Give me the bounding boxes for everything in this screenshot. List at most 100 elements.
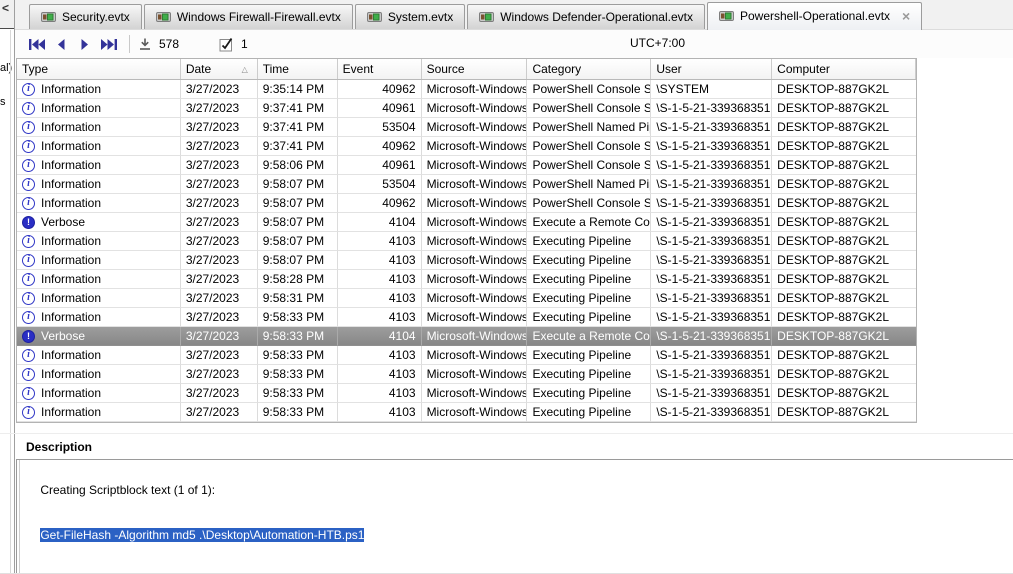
cell-date: 3/27/2023	[180, 270, 258, 289]
cell-source: Microsoft-Windows	[421, 384, 528, 403]
event-level-icon: !	[22, 215, 35, 229]
event-level-icon: i	[22, 272, 35, 286]
panel-splitter[interactable]	[0, 433, 1013, 434]
table-row[interactable]: i Information 3/27/2023 9:58:33 PM 4103 …	[17, 384, 916, 403]
cell-event-id: 4103	[337, 232, 422, 251]
event-level-icon: i	[22, 234, 35, 248]
file-tab[interactable]: Security.evtx	[29, 4, 142, 29]
column-header-event[interactable]: Event	[338, 59, 422, 79]
table-row[interactable]: i Information 3/27/2023 9:37:41 PM 40962…	[17, 137, 916, 156]
table-row[interactable]: i Information 3/27/2023 9:58:28 PM 4103 …	[17, 270, 916, 289]
file-tab[interactable]: Windows Defender-Operational.evtx	[467, 4, 705, 29]
next-record-button[interactable]	[73, 34, 97, 54]
cell-event-id: 40962	[337, 194, 422, 213]
previous-record-button[interactable]	[49, 34, 73, 54]
close-tab-icon[interactable]: ×	[902, 8, 910, 24]
cell-type: i Information	[17, 251, 181, 270]
table-header: Type Date △ Time Event Source Category Us…	[17, 59, 917, 80]
cell-event-id: 40961	[337, 156, 422, 175]
cell-date: 3/27/2023	[180, 365, 258, 384]
event-level-label: Information	[41, 158, 102, 172]
cell-source: Microsoft-Windows	[421, 403, 528, 422]
file-tab-label: Windows Defender-Operational.evtx	[500, 10, 693, 24]
table-row[interactable]: i Information 3/27/2023 9:58:33 PM 4103 …	[17, 403, 916, 422]
cell-computer: DESKTOP-887GK2L	[772, 289, 916, 308]
cell-user: \SYSTEM	[651, 80, 773, 99]
cell-time: 9:58:07 PM	[257, 251, 338, 270]
table-row[interactable]: i Information 3/27/2023 9:58:33 PM 4103 …	[17, 346, 916, 365]
cell-date: 3/27/2023	[180, 346, 258, 365]
column-header-type[interactable]: Type	[17, 59, 181, 79]
file-tab[interactable]: Powershell-Operational.evtx ×	[706, 2, 923, 30]
table-row[interactable]: i Information 3/27/2023 9:58:06 PM 40961…	[17, 156, 916, 175]
table-row[interactable]: i Information 3/27/2023 9:58:07 PM 40962…	[17, 194, 916, 213]
table-row[interactable]: ! Verbose 3/27/2023 9:58:33 PM 4104 Micr…	[17, 327, 916, 346]
cell-date: 3/27/2023	[180, 232, 258, 251]
event-level-icon: i	[22, 196, 35, 210]
cell-date: 3/27/2023	[180, 384, 258, 403]
column-header-category[interactable]: Category	[527, 59, 652, 79]
cell-category: Executing Pipeline	[527, 403, 652, 422]
cell-type: i Information	[17, 80, 181, 99]
cell-user: \S-1-5-21-339368351	[651, 137, 773, 156]
load-more-icon	[140, 38, 150, 50]
cell-computer: DESKTOP-887GK2L	[772, 156, 916, 175]
column-header-computer[interactable]: Computer	[772, 59, 917, 79]
cell-type: i Information	[17, 232, 181, 251]
table-row[interactable]: ! Verbose 3/27/2023 9:58:07 PM 4104 Micr…	[17, 213, 916, 232]
column-header-date[interactable]: Date △	[181, 59, 258, 79]
cell-date: 3/27/2023	[180, 308, 258, 327]
event-level-label: Information	[41, 177, 102, 191]
column-header-source[interactable]: Source	[422, 59, 528, 79]
table-row[interactable]: i Information 3/27/2023 9:58:31 PM 4103 …	[17, 289, 916, 308]
cell-type: i Information	[17, 308, 181, 327]
first-record-button[interactable]	[25, 34, 49, 54]
checked-events-button[interactable]: 1	[219, 37, 248, 52]
cell-event-id: 4104	[337, 327, 422, 346]
table-row[interactable]: i Information 3/27/2023 9:58:07 PM 4103 …	[17, 232, 916, 251]
cell-category: PowerShell Console St	[527, 80, 652, 99]
file-tab[interactable]: Windows Firewall-Firewall.evtx	[143, 4, 353, 29]
table-row[interactable]: i Information 3/27/2023 9:58:33 PM 4103 …	[17, 365, 916, 384]
event-level-label: Information	[41, 386, 102, 400]
last-record-button[interactable]	[97, 34, 121, 54]
table-row[interactable]: i Information 3/27/2023 9:35:14 PM 40962…	[17, 80, 916, 99]
table-row[interactable]: i Information 3/27/2023 9:37:41 PM 40961…	[17, 99, 916, 118]
event-level-label: Information	[41, 348, 102, 362]
cell-event-id: 4104	[337, 213, 422, 232]
table-row[interactable]: i Information 3/27/2023 9:58:07 PM 53504…	[17, 175, 916, 194]
event-level-label: Information	[41, 253, 102, 267]
description-panel[interactable]: Creating Scriptblock text (1 of 1): Get-…	[16, 459, 1013, 573]
column-header-user[interactable]: User	[651, 59, 773, 79]
checked-events-count: 1	[241, 37, 248, 51]
description-line-text: Creating Scriptblock text (1 of 1):	[40, 483, 216, 497]
table-row[interactable]: i Information 3/27/2023 9:37:41 PM 53504…	[17, 118, 916, 137]
cell-date: 3/27/2023	[180, 289, 258, 308]
table-row[interactable]: i Information 3/27/2023 9:58:07 PM 4103 …	[17, 251, 916, 270]
cell-source: Microsoft-Windows	[421, 80, 528, 99]
cell-type: i Information	[17, 384, 181, 403]
cell-category: Executing Pipeline	[527, 365, 652, 384]
file-tab[interactable]: System.evtx	[354, 4, 466, 29]
cell-type: ! Verbose	[17, 327, 181, 346]
left-panel-collapsed[interactable]: < al) s	[0, 0, 15, 573]
evtx-file-icon	[718, 10, 734, 22]
cell-category: PowerShell Console St	[527, 99, 652, 118]
cell-date: 3/27/2023	[180, 118, 258, 137]
tab-strip: Security.evtx Windows Firewall-Firewall.…	[15, 0, 1013, 30]
checkbox-icon	[219, 37, 233, 51]
sort-ascending-icon: △	[241, 64, 248, 74]
cell-source: Microsoft-Windows	[421, 289, 528, 308]
cell-category: PowerShell Console St	[527, 194, 652, 213]
column-header-time[interactable]: Time	[258, 59, 338, 79]
cell-user: \S-1-5-21-339368351	[651, 365, 773, 384]
cell-user: \S-1-5-21-339368351	[651, 232, 773, 251]
load-events-button[interactable]: 578	[138, 37, 179, 51]
collapse-panel-icon[interactable]: <	[2, 1, 9, 15]
table-row[interactable]: i Information 3/27/2023 9:58:33 PM 4103 …	[17, 308, 916, 327]
cell-computer: DESKTOP-887GK2L	[772, 232, 916, 251]
cell-source: Microsoft-Windows	[421, 346, 528, 365]
cell-computer: DESKTOP-887GK2L	[772, 403, 916, 422]
cell-category: Executing Pipeline	[527, 346, 652, 365]
cell-source: Microsoft-Windows	[421, 365, 528, 384]
